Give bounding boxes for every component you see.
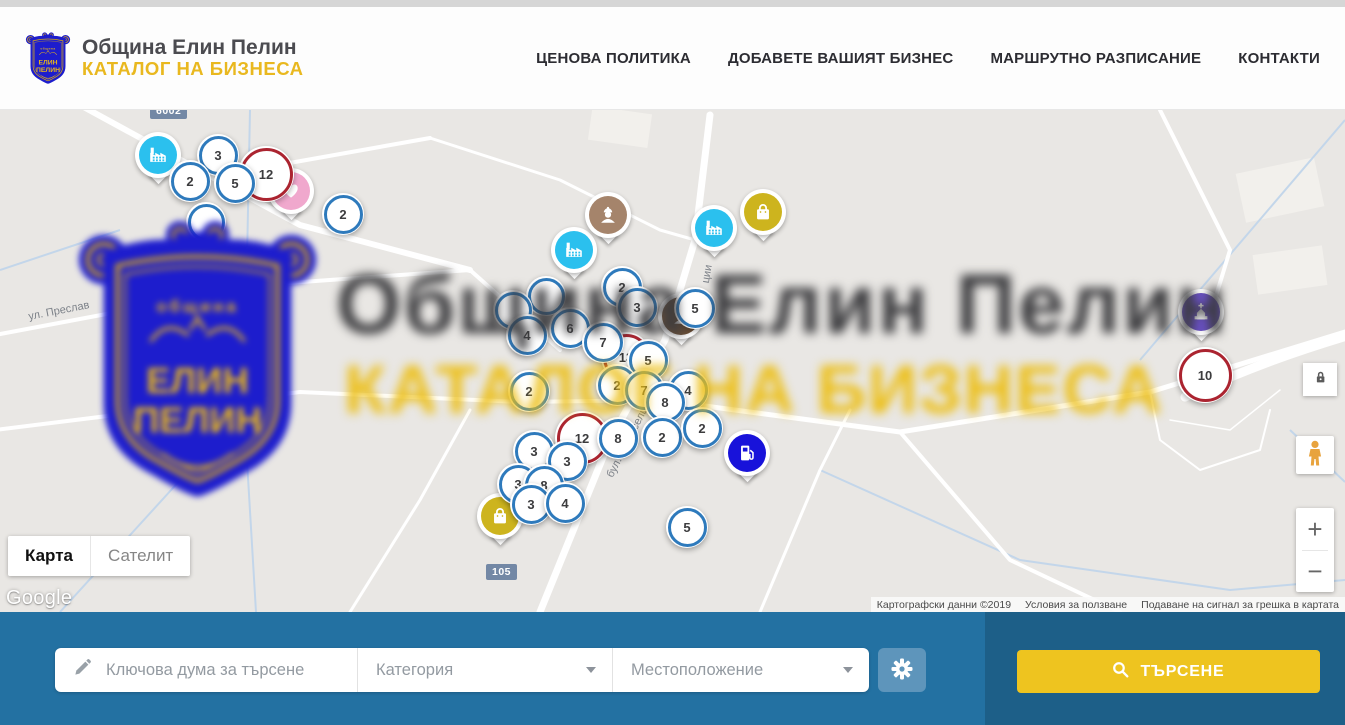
site-logo[interactable]: община ЕЛИН ПЕЛИН Община Елин Пелин КАТА… [25,30,303,86]
cluster-marker[interactable]: 2 [681,407,723,449]
svg-text:община: община [40,46,55,50]
map-copyright: Картографски данни ©2019 [877,599,1011,611]
location-select-label: Местоположение [631,661,763,680]
logo-text: Община Елин Пелин КАТАЛОГ НА БИЗНЕСА [82,36,303,80]
cluster-marker[interactable]: 8 [597,417,639,459]
cluster-marker[interactable]: 5 [214,162,256,204]
nav-item-1[interactable]: ДОБАВЕТЕ ВАШИЯТ БИЗНЕС [728,50,953,67]
main-nav: ЦЕНОВА ПОЛИТИКА ДОБАВЕТЕ ВАШИЯТ БИЗНЕС МАР… [499,50,1320,67]
keyword-field[interactable] [55,648,357,692]
cluster-count: 5 [668,508,707,547]
road-badge: 6002 [150,110,187,119]
report-error-link[interactable]: Подаване на сигнал за грешка в картата [1141,599,1339,611]
cluster-count: 5 [676,289,715,328]
zoom-in-button[interactable]: + [1296,508,1334,550]
google-logo[interactable]: Google [6,587,72,610]
cluster-marker[interactable]: 2 [322,193,364,235]
map-attribution: Картографски данни ©2019 Условия за полз… [871,597,1345,612]
search-fields: Категория Местоположение [55,648,869,692]
map-type-satellite-button[interactable]: Сателит [90,536,190,576]
cluster-marker[interactable]: 4 [544,482,586,524]
pegman-icon [1304,440,1326,471]
lock-button[interactable] [1303,363,1337,396]
zoom-control: + − [1296,508,1334,592]
cluster-count: 2 [643,418,682,457]
nav-item-3[interactable]: КОНТАКТИ [1238,50,1320,67]
category-select-label: Категория [376,661,453,680]
cluster-marker[interactable]: 10 [1177,347,1233,403]
nav-item-2[interactable]: МАРШРУТНО РАЗПИСАНИЕ [990,50,1201,67]
terms-link[interactable]: Условия за ползване [1025,599,1127,611]
road-badge: 105 [486,564,517,580]
site-title: Община Елин Пелин [82,36,303,60]
site-subtitle: КАТАЛОГ НА БИЗНЕСА [82,59,303,80]
worker-icon [597,204,619,226]
magnifier-icon [1112,661,1129,683]
church-icon [1190,301,1212,323]
page: община ЕЛИН ПЕЛИН Община Елин Пелин КАТА… [0,0,1345,725]
cluster-count: 2 [683,409,722,448]
cluster-marker[interactable]: 2 [508,370,550,412]
pin-bubble [1178,289,1224,335]
zoom-out-button[interactable]: − [1296,551,1334,593]
cluster-marker[interactable]: 5 [674,287,716,329]
chevron-down-icon [586,667,596,673]
cluster-marker[interactable]: 2 [641,416,683,458]
map-type-control: Карта Сателит [8,536,190,576]
category-select[interactable]: Категория [358,648,612,692]
cluster-count: 2 [324,195,363,234]
svg-text:ПЕЛИН: ПЕЛИН [36,67,60,74]
cluster-marker[interactable]: 3 [616,286,658,328]
cluster-count: 4 [508,316,547,355]
pin-bubble [585,192,631,238]
map-canvas[interactable]: ул. Преславбул. „Новоселци“ции6002105 [0,110,1345,612]
cluster-count: 2 [171,162,210,201]
cluster-count: 3 [618,288,657,327]
search-input[interactable] [104,660,343,681]
lock-icon [1313,369,1328,390]
cluster-marker[interactable] [186,202,226,242]
search-button-label: ТЪРСЕНЕ [1140,663,1224,681]
factory-icon [703,217,725,239]
cluster-marker[interactable]: 7 [582,321,624,363]
cluster-count: 4 [546,484,585,523]
header: община ЕЛИН ПЕЛИН Община Елин Пелин КАТА… [0,7,1345,110]
search-button[interactable]: ТЪРСЕНЕ [1017,650,1320,693]
cluster-count [188,204,225,241]
top-strip [0,0,1345,7]
cluster-count: 7 [584,323,623,362]
search-fields-section: Категория Местоположение [0,612,985,725]
chevron-down-icon [843,667,853,673]
cluster-count: 2 [510,372,549,411]
search-action-section: ТЪРСЕНЕ [985,612,1345,725]
municipality-crest-logo: община ЕЛИН ПЕЛИН [25,30,71,86]
street-view-pegman[interactable] [1296,436,1334,474]
factory-icon [147,144,169,166]
pin-bubble [691,205,737,251]
bag-icon [752,201,774,223]
nav-item-0[interactable]: ЦЕНОВА ПОЛИТИКА [536,50,691,67]
advanced-settings-button[interactable] [878,648,926,692]
search-bar: Категория Местоположение ТЪР [0,612,1345,725]
pin-bubble [740,189,786,235]
map-type-map-button[interactable]: Карта [8,536,90,576]
svg-text:ЕЛИН: ЕЛИН [38,59,57,66]
cluster-marker[interactable]: 4 [506,314,548,356]
cluster-count: 8 [599,419,638,458]
pin-bubble [724,430,770,476]
fuel-icon [736,442,758,464]
cluster-count: 10 [1179,349,1232,402]
cluster-marker[interactable]: 5 [666,506,708,548]
location-select[interactable]: Местоположение [613,648,869,692]
gear-icon [890,657,914,684]
cluster-count: 5 [216,164,255,203]
cluster-marker[interactable]: 2 [169,160,211,202]
bag-icon [489,505,511,527]
pin-bubble [551,227,597,273]
pencil-icon [73,658,92,682]
factory-icon [563,239,585,261]
